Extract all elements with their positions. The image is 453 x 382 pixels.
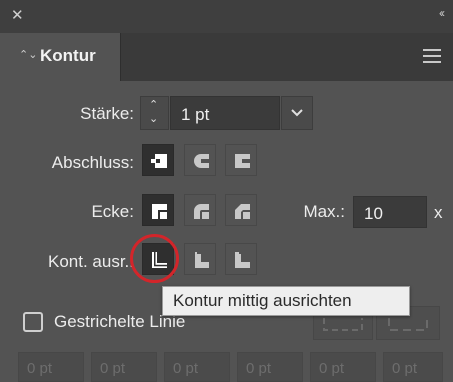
round-join-icon xyxy=(194,204,209,219)
dash-field-3[interactable]: 0 pt xyxy=(164,352,230,382)
tab-arrows-icon: ⌃⌄ xyxy=(19,49,38,61)
align-outside-button[interactable] xyxy=(225,243,257,275)
miter-join-icon xyxy=(152,204,167,219)
round-cap-button[interactable] xyxy=(184,144,216,176)
tab-title: Kontur xyxy=(40,46,96,65)
collapse-icon[interactable]: ‹‹ xyxy=(439,6,445,20)
bevel-join-icon xyxy=(235,204,250,219)
close-icon[interactable]: ✕ xyxy=(11,7,24,25)
corner-label: Ecke: xyxy=(91,202,134,221)
projecting-cap-button[interactable] xyxy=(225,144,257,176)
chevron-up-icon[interactable]: ⌃ xyxy=(149,98,158,111)
miter-limit-unit: x xyxy=(434,203,443,222)
dashed-line-checkbox[interactable] xyxy=(23,312,43,332)
tooltip: Kontur mittig ausrichten xyxy=(162,286,410,316)
align-label: Kont. ausr.: xyxy=(48,252,134,271)
tab-kontur[interactable]: ⌃⌄ Kontur xyxy=(0,33,121,81)
miter-join-button[interactable] xyxy=(142,194,174,226)
weight-input[interactable]: 1 pt xyxy=(170,96,280,130)
dash-field-4[interactable]: 0 pt xyxy=(237,352,303,382)
miter-limit-label: Max.: xyxy=(303,202,345,221)
highlight-ring xyxy=(130,234,179,283)
align-outside-icon xyxy=(235,252,250,268)
round-cap-icon xyxy=(194,154,209,168)
round-join-button[interactable] xyxy=(184,194,216,226)
dash-field-2[interactable]: 0 pt xyxy=(91,352,157,382)
dash-field-6[interactable]: 0 pt xyxy=(383,352,443,382)
projecting-cap-icon xyxy=(235,154,250,168)
panel-tabbar: ⌃⌄ Kontur xyxy=(0,33,453,81)
weight-stepper[interactable]: ⌃ ⌄ xyxy=(140,96,169,130)
align-inside-button[interactable] xyxy=(184,243,216,275)
chevron-down-icon xyxy=(291,109,303,117)
butt-cap-icon xyxy=(151,154,167,168)
miter-limit-input[interactable]: 10 xyxy=(353,196,427,228)
dash-field-5[interactable]: 0 pt xyxy=(310,352,376,382)
panel-menu-icon[interactable] xyxy=(423,49,441,63)
weight-label: Stärke: xyxy=(80,104,134,123)
bevel-join-button[interactable] xyxy=(225,194,257,226)
panel-titlebar: ✕ ‹‹ xyxy=(0,0,453,33)
weight-dropdown-button[interactable] xyxy=(281,96,313,130)
align-inside-icon xyxy=(195,252,209,268)
butt-cap-button[interactable] xyxy=(142,144,174,176)
cap-label: Abschluss: xyxy=(51,153,134,172)
dash-field-1[interactable]: 0 pt xyxy=(18,352,84,382)
chevron-down-icon[interactable]: ⌄ xyxy=(149,112,158,125)
